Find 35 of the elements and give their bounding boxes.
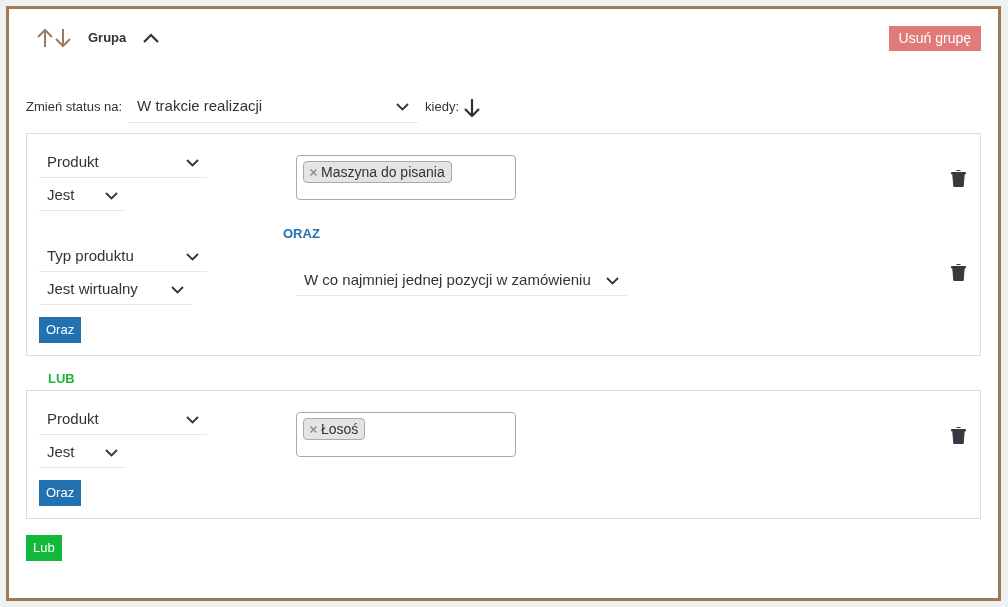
group-title: Grupa (88, 29, 127, 48)
tag-input-field[interactable]: Łosoś (296, 412, 516, 457)
status-dropdown[interactable]: W trakcie realizacji (128, 91, 419, 123)
chevron-down-icon (105, 448, 118, 457)
chevron-down-icon (396, 102, 410, 111)
status-label: Zmień status na: (26, 98, 123, 117)
trash-icon[interactable] (951, 169, 966, 187)
and-button[interactable]: Oraz (39, 480, 82, 506)
and-label: ORAZ (283, 225, 321, 242)
tag-chip: Łosoś (303, 418, 366, 440)
chevron-down-icon (171, 285, 184, 294)
chevron-down-icon (186, 252, 199, 261)
tag-chip: Maszyna do pisania (303, 161, 452, 183)
tag-input-field[interactable]: Maszyna do pisania (296, 155, 516, 200)
chevron-down-icon (186, 158, 199, 167)
trash-icon[interactable] (951, 426, 966, 444)
dropdown[interactable]: W co najmniej jednej pozycji w zamówieniu (296, 266, 627, 296)
dropdown[interactable]: Jest (39, 438, 126, 468)
chevron-down-icon (606, 276, 619, 285)
dropdown[interactable]: Produkt (39, 405, 207, 435)
remove-icon[interactable] (310, 168, 317, 176)
dropdown[interactable]: Produkt (39, 148, 207, 178)
arrow-down-icon[interactable] (464, 97, 481, 117)
when-label: kiedy: (425, 98, 460, 117)
dropdown[interactable]: Typ produktu (39, 242, 207, 272)
and-button[interactable]: Oraz (39, 317, 82, 343)
trash-icon[interactable] (951, 263, 966, 281)
chevron-up-icon[interactable] (143, 33, 160, 43)
or-label: LUB (48, 370, 76, 386)
dropdown[interactable]: Jest wirtualny (39, 275, 192, 305)
dropdown[interactable]: Jest (39, 181, 126, 211)
chevron-down-icon (186, 415, 199, 424)
remove-icon[interactable] (310, 425, 317, 433)
chevron-down-icon (105, 191, 118, 200)
sort-arrows-icon[interactable] (37, 28, 71, 48)
